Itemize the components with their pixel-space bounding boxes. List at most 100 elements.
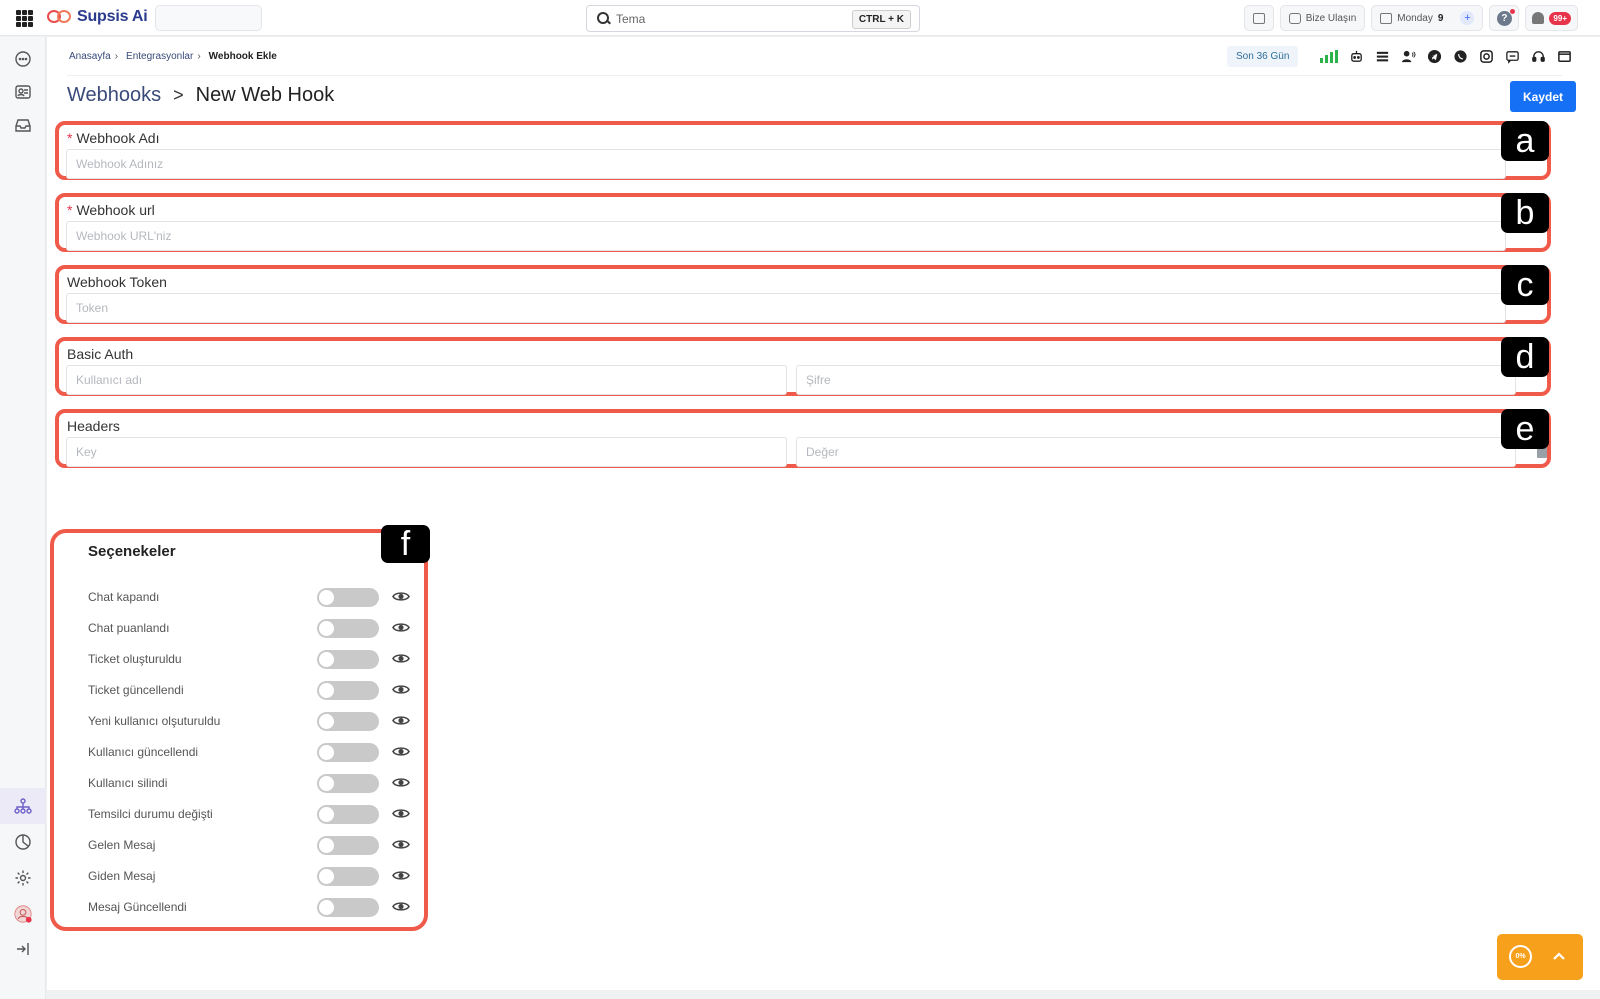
help-icon: ? bbox=[1496, 8, 1515, 26]
option-toggle[interactable] bbox=[317, 836, 379, 855]
global-search[interactable]: CTRL + K bbox=[586, 5, 920, 32]
channel-toolbar: Son 36 Gün bbox=[1227, 46, 1572, 67]
webhook-url-input[interactable] bbox=[66, 221, 1506, 251]
signal-bars-icon[interactable] bbox=[1320, 50, 1339, 63]
settings-gear-icon[interactable] bbox=[14, 869, 32, 887]
user-avatar[interactable] bbox=[12, 903, 34, 925]
eye-icon[interactable] bbox=[392, 621, 410, 634]
option-toggle[interactable] bbox=[317, 805, 379, 824]
search-input[interactable] bbox=[616, 11, 856, 26]
option-label: Yeni kullanıcı olşuturuldu bbox=[88, 714, 221, 728]
sms-icon[interactable] bbox=[1504, 49, 1520, 65]
instagram-icon[interactable] bbox=[1478, 49, 1494, 65]
eye-icon[interactable] bbox=[392, 838, 410, 851]
option-label: Kullanıcı güncellendi bbox=[88, 745, 199, 759]
breadcrumb-separator: › bbox=[197, 51, 201, 62]
option-toggle[interactable] bbox=[317, 898, 379, 917]
window-icon[interactable] bbox=[1556, 49, 1572, 65]
option-toggle[interactable] bbox=[317, 650, 379, 669]
top-bar: Supsis Ai CTRL + K Bize Ulaşın Monday 9 … bbox=[0, 0, 1600, 36]
header-value-input[interactable] bbox=[796, 437, 1516, 467]
option-toggle[interactable] bbox=[317, 681, 379, 700]
option-toggle[interactable] bbox=[317, 712, 379, 731]
option-row: Chat puanlandı bbox=[88, 617, 418, 639]
breadcrumb-current: Webhook Ekle bbox=[208, 51, 277, 62]
save-button[interactable]: Kaydet bbox=[1510, 81, 1576, 112]
contacts-icon[interactable] bbox=[14, 83, 32, 101]
eye-icon[interactable] bbox=[392, 590, 410, 603]
webhook-name-input[interactable] bbox=[66, 149, 1506, 179]
eye-icon[interactable] bbox=[392, 869, 410, 882]
workspace-selector[interactable] bbox=[155, 5, 262, 31]
integrations-icon[interactable] bbox=[0, 788, 46, 824]
bell-icon bbox=[1532, 12, 1545, 24]
option-row: Temsilci durumu değişti bbox=[88, 803, 418, 825]
headset-icon[interactable] bbox=[1530, 49, 1546, 65]
auth-username-input[interactable] bbox=[66, 365, 787, 395]
chat-bubble-icon bbox=[1288, 12, 1301, 24]
option-label: Chat puanlandı bbox=[88, 621, 170, 635]
notifications-button[interactable]: 99+ bbox=[1525, 5, 1578, 31]
required-marker: * bbox=[67, 130, 73, 146]
notification-badge: 99+ bbox=[1549, 11, 1571, 25]
eye-icon[interactable] bbox=[392, 807, 410, 820]
calendar-button[interactable]: Monday 9 + bbox=[1371, 5, 1484, 31]
option-row: Chat kapandı bbox=[88, 586, 418, 608]
chat-icon[interactable] bbox=[14, 50, 32, 68]
agents-icon[interactable] bbox=[1400, 49, 1416, 65]
annotation-tag-a: a bbox=[1501, 121, 1549, 161]
chevron-up-icon[interactable] bbox=[1552, 949, 1566, 963]
webhook-token-row: Webhook Token c bbox=[55, 265, 1551, 324]
collapse-sidebar-icon[interactable] bbox=[14, 940, 32, 958]
contact-button[interactable]: Bize Ulaşın bbox=[1279, 5, 1366, 31]
main-content: Anasayfa › Entegrasyonlar › Webhook Ekle… bbox=[47, 37, 1600, 990]
eye-icon[interactable] bbox=[392, 714, 410, 727]
annotation-tag-e: e bbox=[1501, 409, 1549, 449]
eye-icon[interactable] bbox=[392, 745, 410, 758]
option-toggle[interactable] bbox=[317, 619, 379, 638]
period-selector[interactable]: Son 36 Gün bbox=[1227, 46, 1299, 67]
progress-widget[interactable]: 0% bbox=[1497, 934, 1583, 980]
breadcrumb-integrations[interactable]: Entegrasyonlar bbox=[126, 51, 193, 62]
option-toggle[interactable] bbox=[317, 743, 379, 762]
contact-label: Bize Ulaşın bbox=[1305, 12, 1357, 24]
annotation-tag-f: f bbox=[381, 525, 430, 563]
eye-icon[interactable] bbox=[392, 652, 410, 665]
page-title-row: Webhooks > New Web Hook bbox=[67, 84, 334, 107]
options-panel: Seçenekeler f Chat kapandı Chat puanlandı… bbox=[50, 525, 430, 931]
webhook-url-label: * Webhook url bbox=[67, 202, 155, 218]
top-right-actions: Bize Ulaşın Monday 9 + ? 99+ bbox=[1243, 5, 1578, 31]
header-divider bbox=[67, 75, 1562, 76]
inbox-button[interactable] bbox=[1243, 5, 1274, 31]
reports-icon[interactable] bbox=[14, 833, 32, 851]
option-label: Ticket güncellendi bbox=[88, 683, 184, 697]
app-logo[interactable]: Supsis Ai bbox=[47, 8, 148, 26]
webhook-name-label: * Webhook Adı bbox=[67, 130, 159, 146]
list-icon[interactable] bbox=[1374, 49, 1390, 65]
option-toggle[interactable] bbox=[317, 774, 379, 793]
eye-icon[interactable] bbox=[392, 776, 410, 789]
headers-label: Headers bbox=[67, 418, 120, 434]
breadcrumb-home[interactable]: Anasayfa bbox=[69, 51, 111, 62]
required-marker: * bbox=[67, 202, 73, 218]
page-parent-link[interactable]: Webhooks bbox=[67, 84, 161, 107]
eye-icon[interactable] bbox=[392, 683, 410, 696]
option-row: Kullanıcı silindi bbox=[88, 772, 418, 794]
webhook-token-label: Webhook Token bbox=[67, 274, 167, 290]
option-toggle[interactable] bbox=[317, 867, 379, 886]
inbox-tray-icon[interactable] bbox=[14, 116, 32, 134]
auth-password-input[interactable] bbox=[796, 365, 1516, 395]
calendar-icon bbox=[1380, 12, 1393, 24]
apps-grid-icon[interactable] bbox=[16, 10, 33, 27]
help-button[interactable]: ? bbox=[1489, 5, 1520, 31]
webhook-url-row: *Webhook url b bbox=[55, 193, 1551, 252]
eye-icon[interactable] bbox=[392, 900, 410, 913]
option-toggle[interactable] bbox=[317, 588, 379, 607]
add-event-icon[interactable]: + bbox=[1460, 11, 1475, 25]
whatsapp-icon[interactable] bbox=[1452, 49, 1468, 65]
option-row: Yeni kullanıcı olşuturuldu bbox=[88, 710, 418, 732]
telegram-icon[interactable] bbox=[1426, 49, 1442, 65]
bot-icon[interactable] bbox=[1348, 49, 1364, 65]
header-key-input[interactable] bbox=[66, 437, 787, 467]
webhook-token-input[interactable] bbox=[66, 293, 1506, 323]
